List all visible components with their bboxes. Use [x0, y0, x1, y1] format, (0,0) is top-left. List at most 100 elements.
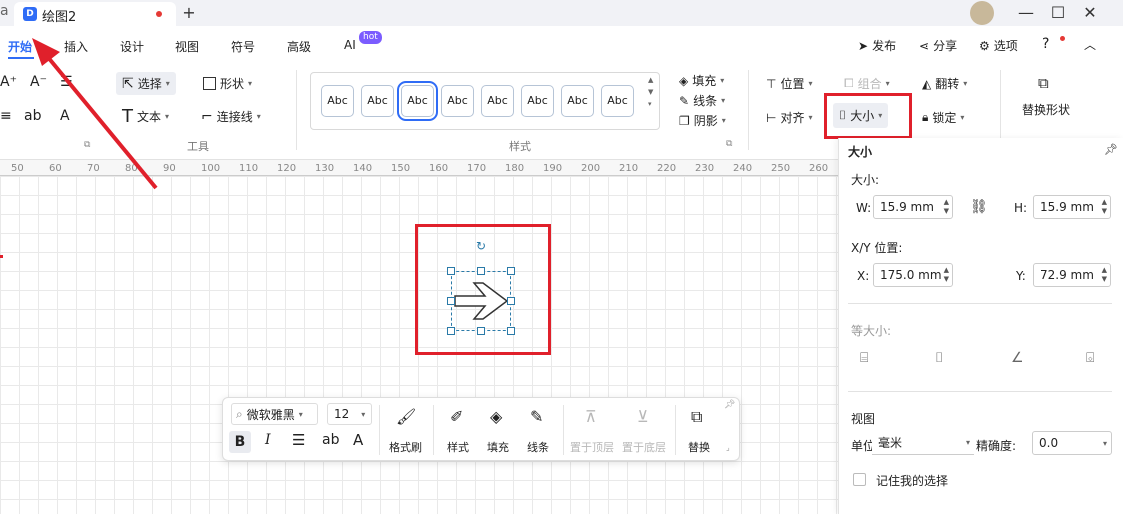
menu-ai[interactable]: AI	[344, 38, 356, 52]
style-swatch[interactable]: Abc	[521, 85, 554, 117]
width-input[interactable]: 15.9 mm ▲ ▼	[873, 195, 953, 219]
fill-button[interactable]: 填充	[487, 439, 509, 455]
resize-handle[interactable]	[477, 267, 485, 275]
style-swatch[interactable]: Abc	[561, 85, 594, 117]
align-button[interactable]: ⊢ 对齐 ▾	[766, 109, 812, 126]
user-avatar[interactable]	[970, 1, 994, 25]
same-size-icon[interactable]: ⌺	[1086, 350, 1094, 366]
format-painter-button[interactable]: 格式刷	[389, 439, 422, 455]
y-position-input[interactable]: 72.9 mm ▲ ▼	[1033, 263, 1111, 287]
align-left-icon[interactable]: ☰	[292, 431, 305, 449]
minimize-button[interactable]: —	[1011, 3, 1041, 22]
text-case-button[interactable]: ab	[322, 432, 339, 448]
size-section-label: 大小:	[851, 173, 880, 187]
position-button[interactable]: ⊤ 位置 ▾	[766, 75, 812, 92]
collapse-ribbon-icon[interactable]: ︿	[1084, 36, 1096, 53]
resize-handle[interactable]	[447, 327, 455, 335]
line-button[interactable]: 线条	[527, 439, 549, 455]
font-size-select[interactable]: 12 ▾	[327, 403, 372, 425]
fill-button[interactable]: ◈ 填充 ▾	[679, 72, 724, 89]
resize-handle[interactable]	[507, 327, 515, 335]
replace-button[interactable]: 替换	[688, 439, 710, 455]
document-tab[interactable]: D 绘图2	[14, 2, 176, 26]
arrow-shape[interactable]	[449, 269, 513, 333]
height-label: H:	[1014, 201, 1028, 215]
style-swatch[interactable]: Abc	[321, 85, 354, 117]
menu-view[interactable]: 视图	[175, 38, 199, 55]
menu-symbol[interactable]: 符号	[231, 38, 255, 55]
x-position-input[interactable]: 175.0 mm ▲ ▼	[873, 263, 953, 287]
flip-button[interactable]: ◭ 翻转 ▾	[922, 75, 967, 92]
stepper-icon[interactable]: ▲ ▼	[944, 266, 949, 284]
list-icon[interactable]: ≡	[0, 108, 12, 124]
share-button[interactable]: ⋖ 分享	[919, 37, 957, 54]
options-button[interactable]: ⚙ 选项	[979, 37, 1018, 54]
flip-icon: ◭	[922, 76, 932, 91]
panel-title: 大小	[848, 145, 873, 159]
style-swatch[interactable]: Abc	[361, 85, 394, 117]
group-button[interactable]: ⧠ 组合 ▾	[844, 75, 890, 92]
replace-shape-button[interactable]: 替换形状	[1022, 101, 1070, 118]
close-button[interactable]: ✕	[1075, 3, 1105, 22]
ribbon-separator	[748, 70, 749, 150]
gallery-scroll-icon[interactable]: ▲ ▼ ▾	[648, 74, 653, 110]
same-height-icon[interactable]: ⌷	[935, 350, 943, 366]
remember-checkbox[interactable]	[853, 473, 866, 486]
connector-tool-button[interactable]: ⌐ 连接线 ▾	[201, 108, 261, 125]
ruler-tick-label: 220	[657, 163, 677, 174]
style-swatch-selected[interactable]: Abc	[397, 81, 438, 121]
toolbar-dialog-icon[interactable]: ⌟	[726, 443, 730, 452]
stepper-icon[interactable]: ▲ ▼	[944, 198, 949, 216]
rectangle-icon	[203, 77, 216, 90]
ruler-tick-label: 200	[581, 163, 601, 174]
same-width-icon[interactable]: ⌸	[860, 350, 868, 366]
x-label: X:	[857, 269, 870, 283]
send-to-back-button[interactable]: 置于底层	[622, 439, 666, 455]
align-icon: ⊢	[766, 110, 777, 125]
bold-button[interactable]: B	[229, 431, 251, 453]
bring-to-front-icon: ⊼	[585, 407, 597, 426]
style-swatch[interactable]: Abc	[441, 85, 474, 117]
publish-button[interactable]: ➤ 发布	[858, 37, 896, 54]
menu-advanced[interactable]: 高级	[287, 38, 311, 55]
canvas-marker	[0, 255, 3, 258]
style-swatch[interactable]: Abc	[601, 85, 634, 117]
pin-icon[interactable]: 📌︎	[724, 400, 735, 410]
font-grow-icon[interactable]: A⁺	[0, 74, 17, 90]
maximize-button[interactable]: ☐	[1043, 3, 1073, 22]
pin-icon[interactable]: 📌︎	[1104, 143, 1118, 156]
stepper-icon[interactable]: ▲ ▼	[1102, 198, 1107, 216]
new-tab-button[interactable]: +	[174, 3, 204, 22]
resize-handle[interactable]	[477, 327, 485, 335]
lock-button[interactable]: 🔒︎ 锁定 ▾	[922, 109, 964, 126]
style-button[interactable]: 样式	[447, 439, 469, 455]
precision-select[interactable]: 0.0 ▾	[1032, 431, 1112, 455]
font-color-button[interactable]: A	[353, 431, 363, 449]
same-angle-icon[interactable]: ∠	[1011, 350, 1024, 366]
font-family-select[interactable]: ⌕ 微软雅黑 ▾	[231, 403, 318, 425]
unit-select[interactable]: 毫米 ▾	[872, 431, 974, 455]
stepper-icon[interactable]: ▲ ▼	[1102, 266, 1107, 284]
rotate-handle-icon[interactable]: ↻	[476, 239, 486, 253]
shadow-button[interactable]: ❐ 阴影 ▾	[679, 112, 726, 129]
lock-icon: 🔒︎	[922, 110, 929, 124]
help-icon[interactable]: ?	[1042, 36, 1049, 52]
ruler-tick-label: 250	[771, 163, 791, 174]
resize-handle[interactable]	[507, 267, 515, 275]
ruler-tick-label: 100	[201, 163, 221, 174]
resize-handle[interactable]	[447, 267, 455, 275]
resize-handle[interactable]	[447, 297, 455, 305]
precision-label: 精确度:	[976, 439, 1017, 453]
link-aspect-icon[interactable]: ⛓︎	[970, 199, 988, 215]
bring-to-front-button[interactable]: 置于顶层	[570, 439, 614, 455]
style-swatch[interactable]: Abc	[481, 85, 514, 117]
line-button[interactable]: ✎ 线条 ▾	[679, 92, 725, 109]
height-input[interactable]: 15.9 mm ▲ ▼	[1033, 195, 1111, 219]
send-to-back-icon: ⊻	[637, 407, 649, 426]
shape-tool-button[interactable]: 形状 ▾	[203, 75, 252, 92]
pen-icon: ✎	[530, 407, 544, 426]
view-section-label: 视图	[851, 412, 876, 426]
style-dialog-icon[interactable]: ⧉	[726, 139, 732, 149]
italic-button[interactable]: I	[265, 432, 271, 448]
resize-handle[interactable]	[507, 297, 515, 305]
